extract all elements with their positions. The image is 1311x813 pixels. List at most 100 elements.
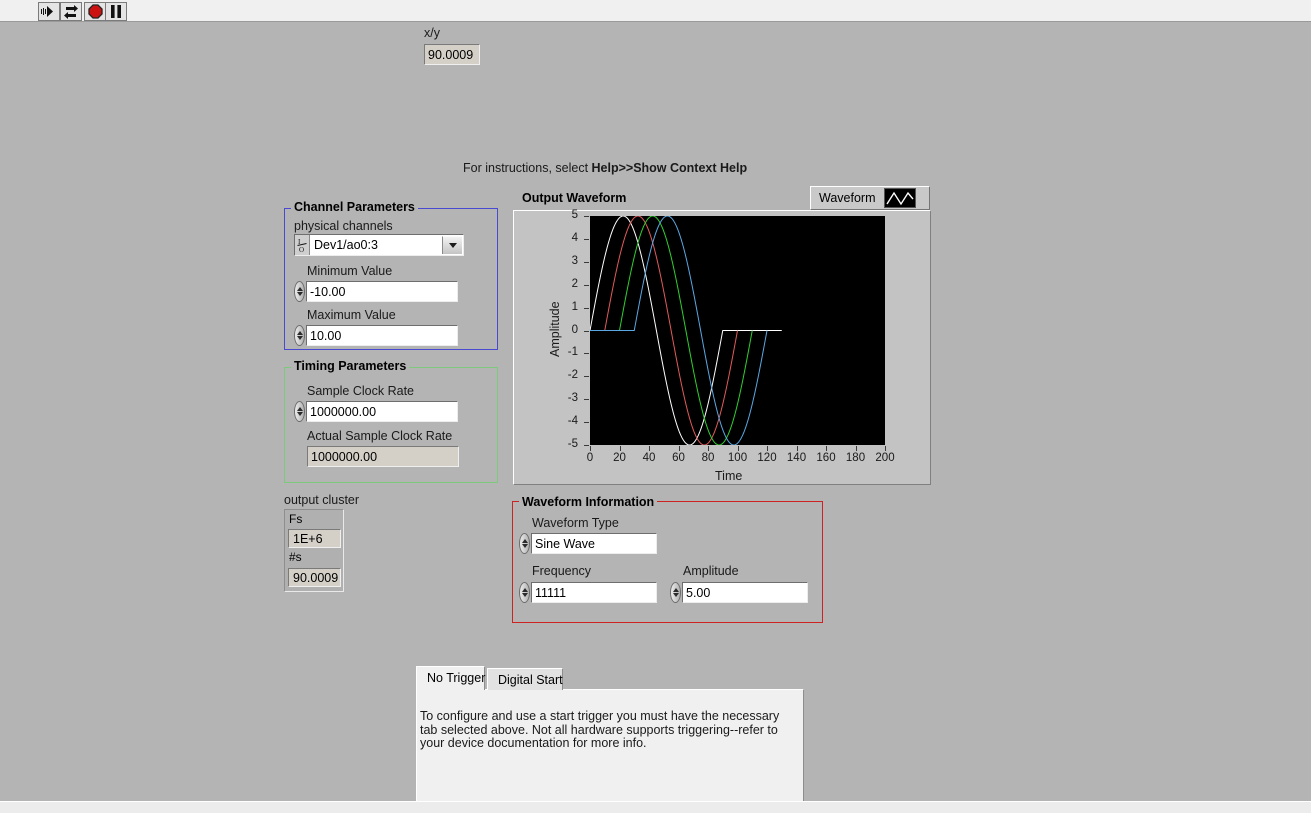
toolbar bbox=[0, 0, 1311, 22]
plot-legend-name: Waveform bbox=[819, 191, 876, 205]
graph-y-tick-label: 4 bbox=[571, 231, 578, 244]
graph-title: Output Waveform bbox=[522, 191, 627, 205]
instructions-prefix: For instructions, select bbox=[463, 161, 592, 175]
chevron-down-icon[interactable] bbox=[442, 236, 462, 254]
actual-sample-clock-rate-value: 1000000.00 bbox=[307, 446, 459, 467]
xy-indicator-label: x/y bbox=[424, 26, 440, 40]
frequency-stepper[interactable] bbox=[519, 582, 530, 603]
graph-x-tick-mark bbox=[590, 446, 591, 451]
graph-y-tick-mark bbox=[584, 238, 589, 240]
graph-y-tick-mark bbox=[584, 399, 589, 401]
frequency-label: Frequency bbox=[532, 564, 592, 578]
graph-y-tick-label: 2 bbox=[571, 277, 578, 290]
physical-channels-control[interactable]: I O Dev1/ao0:3 bbox=[294, 234, 464, 256]
run-continuously-button[interactable] bbox=[60, 2, 82, 21]
graph-x-tick-mark bbox=[796, 446, 798, 451]
channel-parameters-title: Channel Parameters bbox=[291, 201, 418, 214]
maximum-value-label: Maximum Value bbox=[307, 308, 396, 322]
graph-x-tick-mark bbox=[619, 446, 621, 451]
graph-x-tick-mark bbox=[885, 446, 886, 451]
graph-y-tick-mark bbox=[584, 307, 589, 309]
timing-parameters-title: Timing Parameters bbox=[291, 360, 410, 373]
maximum-value-input[interactable]: 10.00 bbox=[306, 325, 458, 346]
graph-x-tick-label: 140 bbox=[786, 452, 807, 464]
sample-clock-rate-label: Sample Clock Rate bbox=[307, 384, 414, 398]
graph-x-tick-label: 40 bbox=[642, 452, 656, 464]
xy-indicator-value: 90.0009 bbox=[424, 44, 480, 65]
amplitude-label: Amplitude bbox=[683, 564, 739, 578]
window-bottom-strip bbox=[0, 801, 1311, 813]
graph-x-axis-label: Time bbox=[715, 469, 743, 483]
cluster-item-value-fs: 1E+6 bbox=[288, 529, 341, 548]
graph-y-tick-label: 1 bbox=[571, 300, 578, 313]
tab-page-text: To configure and use a start trigger you… bbox=[420, 709, 780, 750]
physical-channels-label: physical channels bbox=[294, 219, 393, 233]
graph-x-tick-mark bbox=[678, 446, 680, 451]
cluster-item-label-fs: Fs bbox=[289, 512, 303, 526]
sample-clock-rate-stepper[interactable] bbox=[294, 401, 305, 422]
graph-y-tick-mark bbox=[584, 376, 589, 378]
graph-traces bbox=[590, 216, 782, 445]
maximum-value-stepper[interactable] bbox=[294, 325, 305, 346]
graph-y-tick-label: 3 bbox=[571, 254, 578, 267]
graph-x-tick-label: 160 bbox=[816, 452, 836, 464]
graph-x-tick-mark bbox=[826, 446, 827, 451]
output-cluster-label: output cluster bbox=[284, 493, 360, 507]
output-cluster: Fs 1E+6 #s 90.0009 bbox=[284, 509, 344, 592]
graph-x-tick-mark bbox=[649, 446, 650, 451]
graph-y-tick-mark bbox=[584, 445, 589, 446]
waveform-type-stepper[interactable] bbox=[519, 533, 530, 554]
graph-y-tick-mark bbox=[584, 422, 589, 424]
io-name-icon: I O bbox=[295, 235, 310, 255]
run-arrow-icon bbox=[41, 6, 53, 17]
graph-x-tick-label: 120 bbox=[757, 452, 777, 464]
pause-icon bbox=[111, 5, 121, 18]
graph-y-tick-label: -5 bbox=[567, 438, 578, 450]
minimum-value-input[interactable]: -10.00 bbox=[306, 281, 458, 302]
run-button[interactable] bbox=[38, 2, 60, 21]
graph-x-tick-label: 20 bbox=[613, 452, 626, 464]
graph-y-tick-label: -2 bbox=[567, 369, 578, 382]
abort-button[interactable] bbox=[84, 2, 106, 21]
graph-y-tick-mark bbox=[584, 330, 589, 332]
tab-digital-start[interactable]: Digital Start bbox=[487, 668, 563, 690]
physical-channels-value[interactable]: Dev1/ao0:3 bbox=[310, 235, 442, 255]
graph-x-tick-label: 100 bbox=[727, 452, 748, 464]
waveform-type-input[interactable]: Sine Wave bbox=[531, 533, 657, 554]
waveform-plot-icon[interactable] bbox=[883, 188, 916, 208]
graph-x-tick-mark bbox=[708, 446, 709, 451]
run-continuous-icon bbox=[64, 4, 78, 19]
graph-y-tick-mark bbox=[584, 216, 589, 217]
graph-x-tick-label: 80 bbox=[701, 452, 715, 464]
instructions-text: For instructions, select Help>>Show Cont… bbox=[463, 161, 747, 176]
graph-y-tick-label: 5 bbox=[571, 209, 578, 221]
graph-y-tick-mark bbox=[584, 261, 589, 263]
graph-plot-area[interactable] bbox=[590, 216, 885, 445]
tab-no-trigger[interactable]: No Trigger bbox=[416, 666, 485, 690]
graph-x-tick-label: 200 bbox=[875, 452, 895, 464]
cluster-item-value-samples: 90.0009 bbox=[288, 568, 341, 587]
graph-x-tick-mark bbox=[855, 446, 857, 451]
graph-x-tick-label: 0 bbox=[586, 452, 594, 464]
plot-legend[interactable]: Waveform bbox=[810, 186, 930, 210]
minimum-value-label: Minimum Value bbox=[307, 264, 393, 278]
graph-x-tick-mark bbox=[767, 446, 768, 451]
graph-y-tick-label: -3 bbox=[567, 392, 578, 405]
minimum-value-stepper[interactable] bbox=[294, 281, 305, 302]
amplitude-input[interactable]: 5.00 bbox=[682, 582, 808, 603]
frequency-input[interactable]: 11111 bbox=[531, 582, 657, 603]
actual-sample-clock-rate-label: Actual Sample Clock Rate bbox=[307, 429, 453, 443]
labview-front-panel: x/y 90.0009 For instructions, select Hel… bbox=[0, 0, 1311, 813]
cluster-item-label-samples: #s bbox=[289, 550, 302, 564]
graph-y-tick-mark bbox=[584, 353, 589, 355]
amplitude-stepper[interactable] bbox=[670, 582, 681, 603]
waveform-information-title: Waveform Information bbox=[519, 496, 658, 509]
graph-x-tick-label: 180 bbox=[845, 452, 866, 464]
instructions-bold: Help>>Show Context Help bbox=[591, 161, 748, 175]
sample-clock-rate-input[interactable]: 1000000.00 bbox=[306, 401, 458, 422]
graph-y-tick-label: -1 bbox=[567, 346, 578, 359]
pause-button[interactable] bbox=[105, 2, 127, 21]
graph-y-tick-mark bbox=[584, 284, 589, 286]
graph-y-tick-label: -4 bbox=[567, 415, 578, 428]
graph-x-tick-mark bbox=[737, 446, 739, 451]
